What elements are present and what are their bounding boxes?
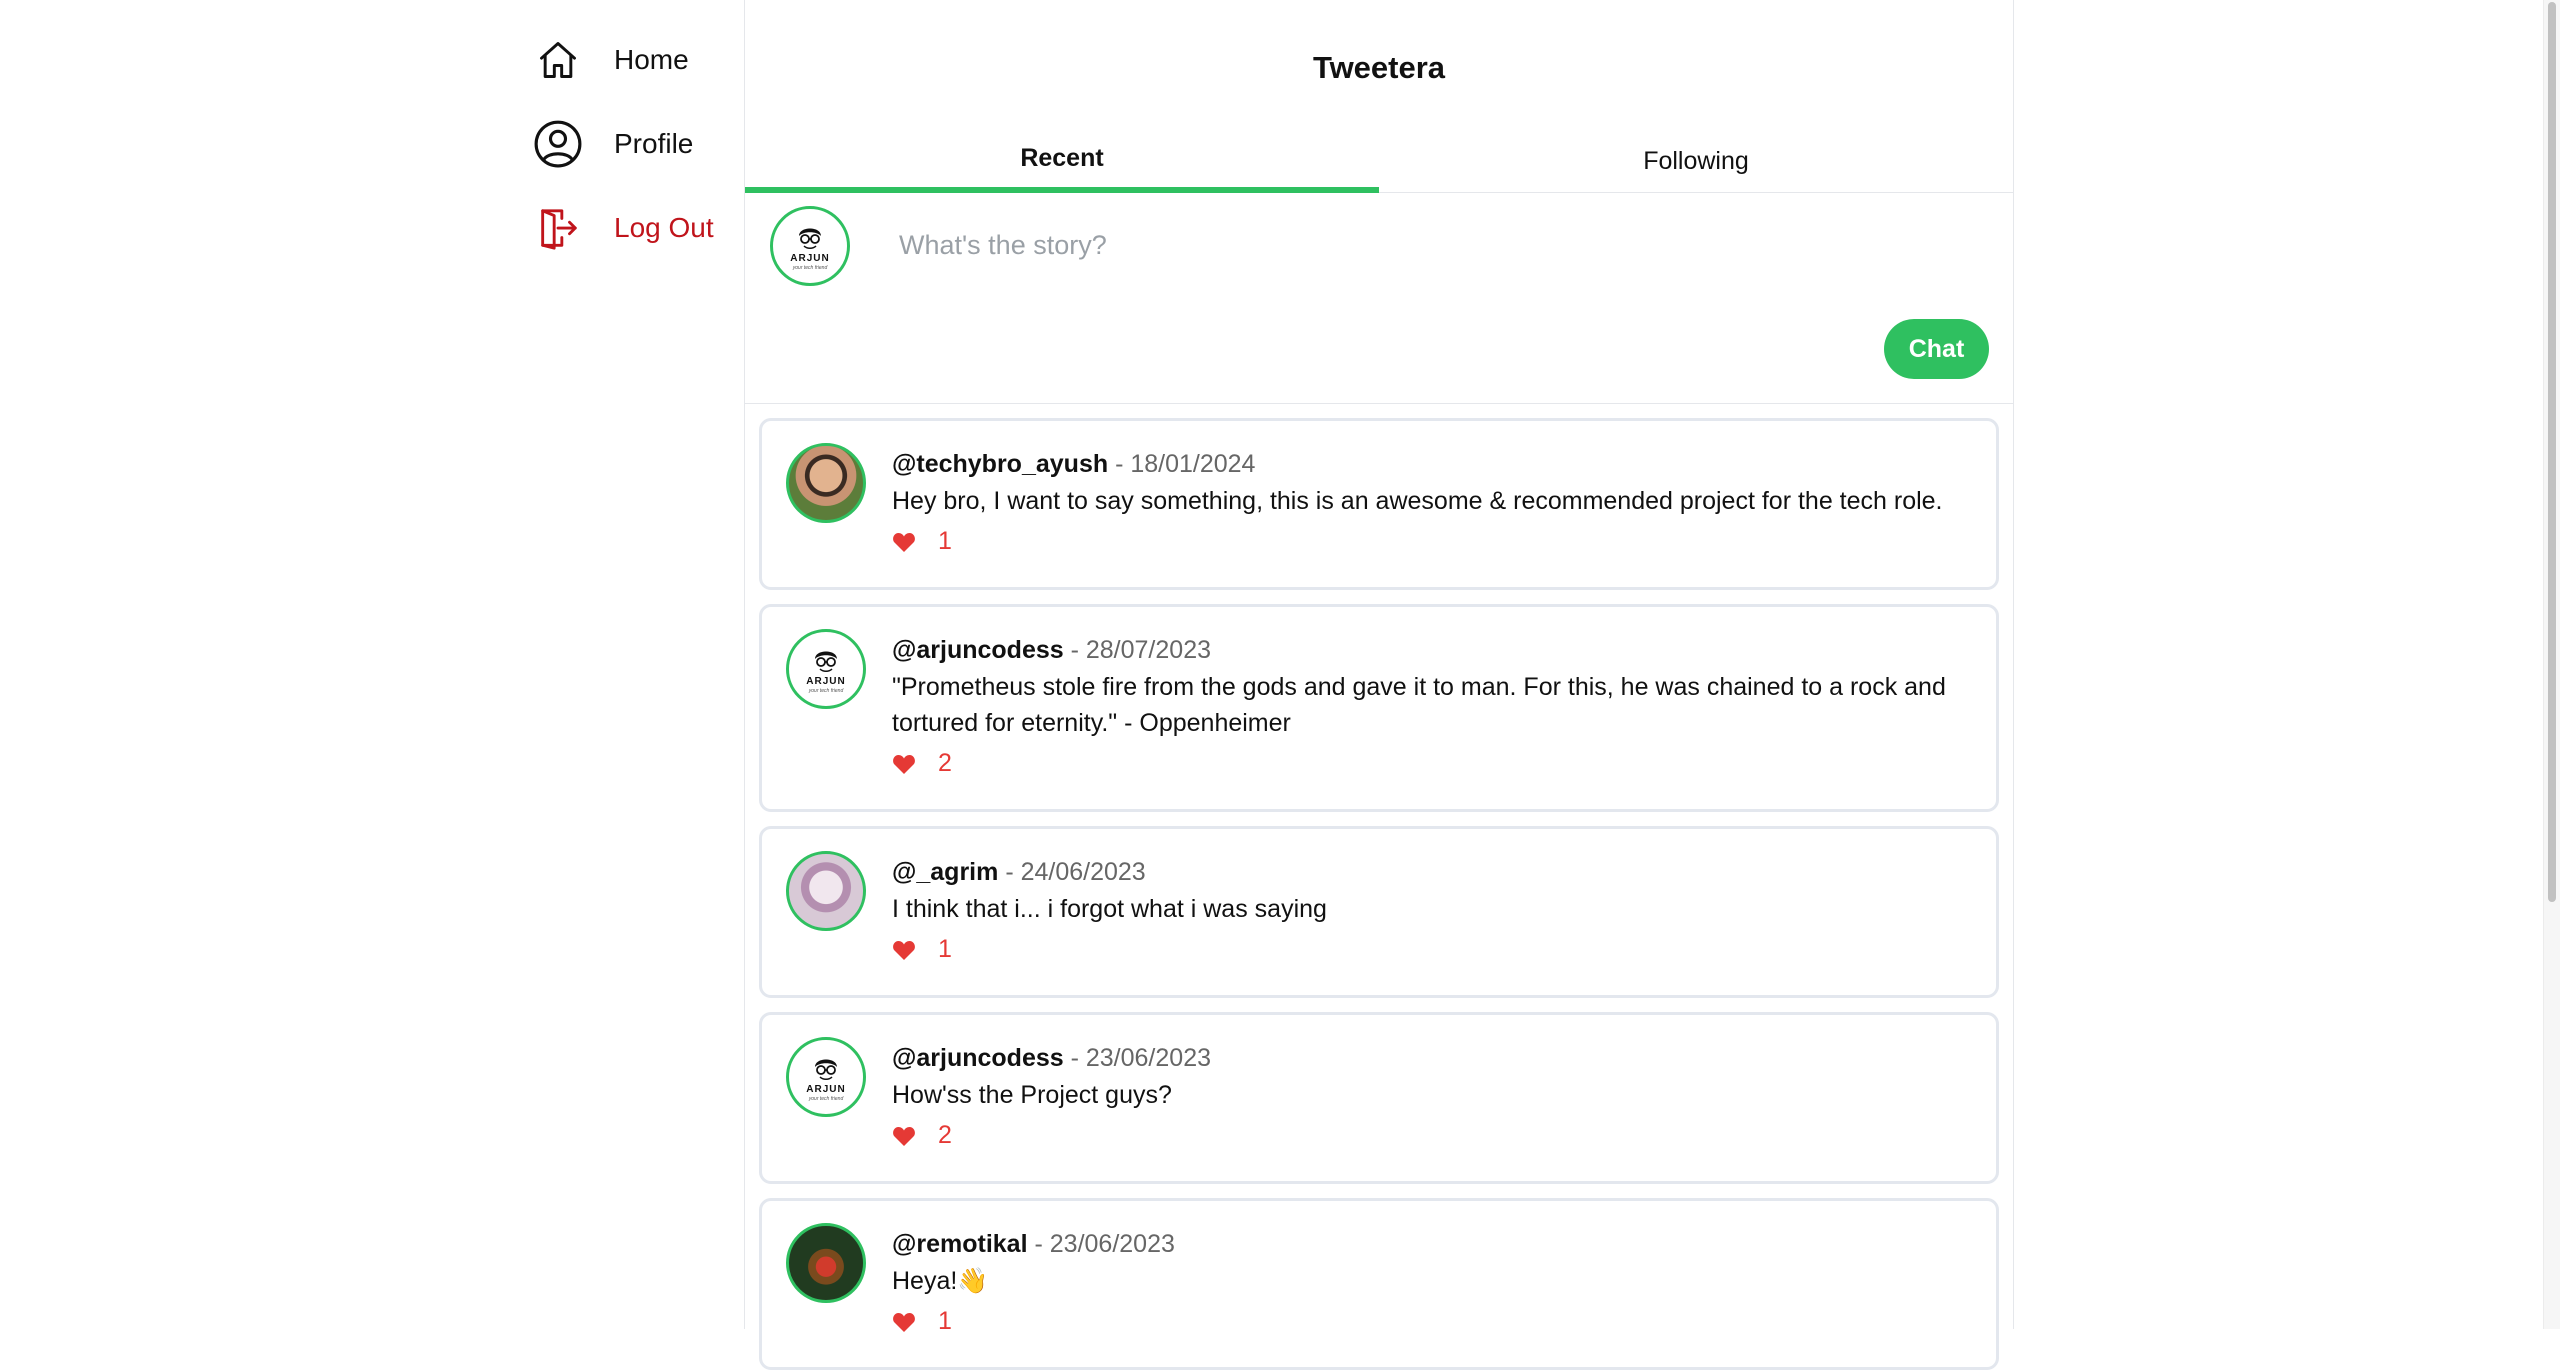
avatar-text: ARJUN xyxy=(790,252,830,264)
avatar[interactable]: ARJUN your tech friend xyxy=(786,629,866,709)
post-text: Hey bro, I want to say something, this i… xyxy=(892,487,1943,515)
avatar[interactable] xyxy=(786,851,866,931)
avatar-tagline: your tech friend xyxy=(808,1095,844,1102)
heart-icon xyxy=(893,940,915,960)
like-button[interactable]: 1 xyxy=(892,935,972,964)
story-input[interactable] xyxy=(899,225,1859,265)
like-count: 1 xyxy=(938,1307,952,1335)
tab-recent[interactable]: Recent xyxy=(745,132,1379,193)
post-card: ARJUN your tech friend @arjuncodess - 23… xyxy=(759,1012,1999,1184)
post-text: "Prometheus stole fire from the gods and… xyxy=(892,673,1946,737)
page-scrollbar[interactable] xyxy=(2543,0,2560,1329)
post-handle[interactable]: @arjuncodess xyxy=(892,636,1064,664)
home-icon xyxy=(532,34,584,86)
tab-bar: Recent Following xyxy=(745,132,2013,193)
like-button[interactable]: 1 xyxy=(892,527,972,556)
user-circle-icon xyxy=(532,118,584,170)
avatar[interactable]: ARJUN your tech friend xyxy=(786,1037,866,1117)
post-handle[interactable]: @techybro_ayush xyxy=(892,450,1108,478)
sidebar-item-home[interactable]: Home xyxy=(520,18,689,102)
post-date: - 24/06/2023 xyxy=(998,858,1146,886)
like-button[interactable]: 2 xyxy=(892,749,972,778)
post-handle[interactable]: @arjuncodess xyxy=(892,1044,1064,1072)
post-card: ARJUN your tech friend @arjuncodess - 28… xyxy=(759,604,1999,812)
post-text: How'ss the Project guys? xyxy=(892,1081,1172,1109)
avatar-tagline: your tech friend xyxy=(808,687,844,694)
arjun-logo-icon xyxy=(799,228,821,249)
sidebar-item-label: Home xyxy=(614,44,689,75)
heart-icon xyxy=(893,754,915,774)
post-handle[interactable]: @remotikal xyxy=(892,1230,1028,1258)
tab-following[interactable]: Following xyxy=(1379,132,2013,192)
avatar: ARJUN your tech friend xyxy=(770,206,850,286)
page-title: Tweetera xyxy=(1312,50,1446,85)
heart-icon xyxy=(893,1126,915,1146)
post-date: - 28/07/2023 xyxy=(1063,636,1211,664)
composer: ARJUN your tech friend Chat xyxy=(745,193,2013,404)
avatar-tagline: your tech friend xyxy=(792,264,828,271)
like-count: 1 xyxy=(938,935,952,963)
post-text: I think that i... i forgot what i was sa… xyxy=(892,895,1327,923)
post-date: - 23/06/2023 xyxy=(1027,1230,1175,1258)
heart-icon xyxy=(893,532,915,552)
like-count: 2 xyxy=(938,749,952,777)
sidebar-item-label: Log Out xyxy=(614,212,714,243)
arjun-logo-icon xyxy=(815,651,837,672)
like-button[interactable]: 2 xyxy=(892,1121,972,1150)
post-handle[interactable]: @_agrim xyxy=(892,858,998,886)
like-count: 1 xyxy=(938,527,952,555)
like-button[interactable]: 1 xyxy=(892,1307,972,1336)
avatar[interactable] xyxy=(786,1223,866,1303)
sidebar-item-profile[interactable]: Profile xyxy=(520,102,693,186)
chat-button[interactable]: Chat xyxy=(1884,319,1989,379)
post-date: - 23/06/2023 xyxy=(1063,1044,1211,1072)
scrollbar-thumb[interactable] xyxy=(2548,2,2556,902)
post-card: @techybro_ayush - 18/01/2024 Hey bro, I … xyxy=(759,418,1999,590)
arjun-logo-icon xyxy=(815,1059,837,1080)
main-column: Tweetera Recent Following ARJUN your tec… xyxy=(744,0,2014,1370)
sidebar-item-label: Profile xyxy=(614,128,694,159)
post-card: @remotikal - 23/06/2023 Heya!👋 1 xyxy=(759,1198,1999,1370)
logout-icon xyxy=(532,202,584,254)
post-date: - 18/01/2024 xyxy=(1108,450,1256,478)
avatar[interactable] xyxy=(786,443,866,523)
avatar-text: ARJUN xyxy=(806,675,846,687)
heart-icon xyxy=(893,1312,915,1332)
avatar-text: ARJUN xyxy=(806,1083,846,1095)
like-count: 2 xyxy=(938,1121,952,1149)
post-text: Heya!👋 xyxy=(892,1267,989,1295)
post-card: @_agrim - 24/06/2023 I think that i... i… xyxy=(759,826,1999,998)
sidebar-item-logout[interactable]: Log Out xyxy=(520,186,714,270)
